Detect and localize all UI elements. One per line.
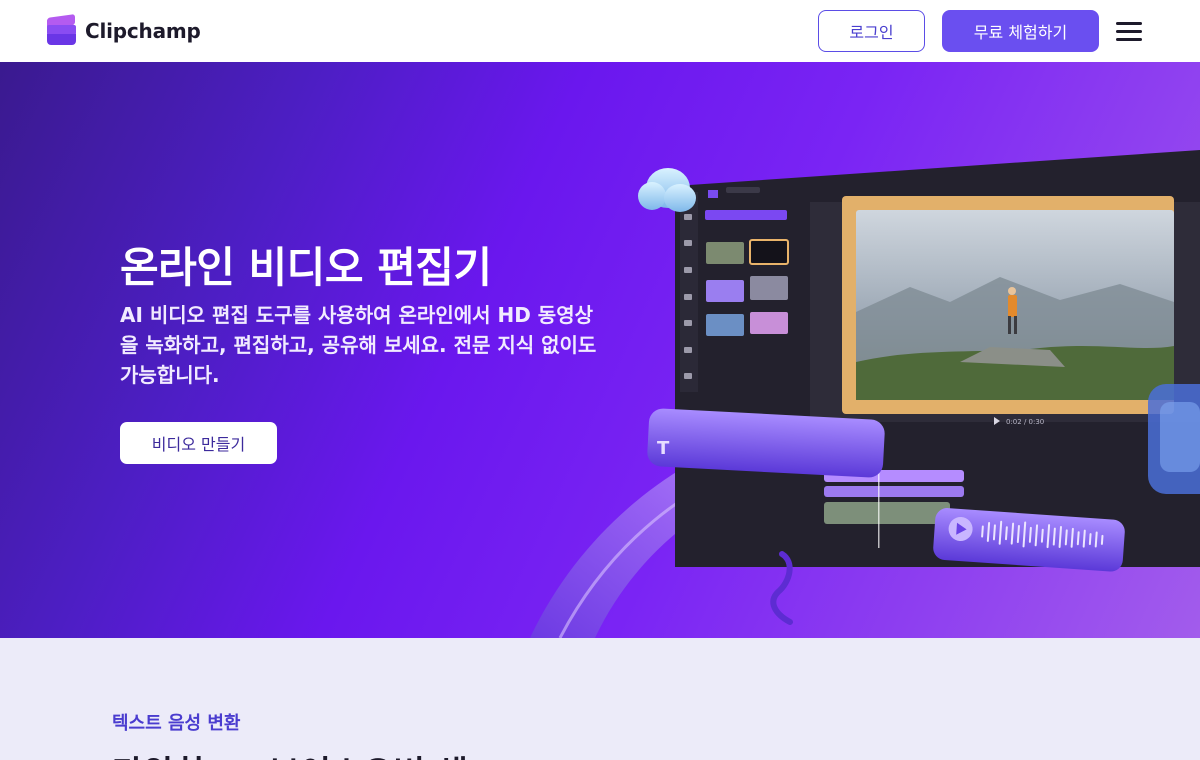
text-pill-decoration: T xyxy=(647,408,885,478)
editor-illustration: 0:02 / 0:30 T xyxy=(530,150,1200,638)
feature-eyebrow: 텍스트 음성 변환 xyxy=(112,713,241,734)
feature-heading: 다양한 AI 보이스오버 생 xyxy=(112,746,468,760)
hamburger-menu-icon[interactable] xyxy=(1114,18,1144,44)
login-button[interactable]: 로그인 xyxy=(818,10,925,52)
create-video-button[interactable]: 비디오 만들기 xyxy=(120,422,277,464)
hero-title: 온라인 비디오 편집기 xyxy=(120,243,492,292)
svg-text:T: T xyxy=(657,438,670,459)
brand-name: Clipchamp xyxy=(85,18,201,43)
tts-feature-section: 텍스트 음성 변환 다양한 AI 보이스오버 생 xyxy=(0,638,1200,760)
hero-section: 온라인 비디오 편집기 AI 비디오 편집 도구를 사용하여 온라인에서 HD … xyxy=(0,62,1200,638)
cloud-decoration xyxy=(638,168,696,212)
clipchamp-logo-icon xyxy=(46,14,77,46)
timecode-label: 0:02 / 0:30 xyxy=(1006,418,1044,426)
editor-window: 0:02 / 0:30 xyxy=(675,150,1200,567)
top-nav: Clipchamp 로그인 무료 체험하기 xyxy=(0,0,1200,62)
clipchamp-logo[interactable]: Clipchamp xyxy=(46,14,201,46)
try-free-button[interactable]: 무료 체험하기 xyxy=(942,10,1099,52)
